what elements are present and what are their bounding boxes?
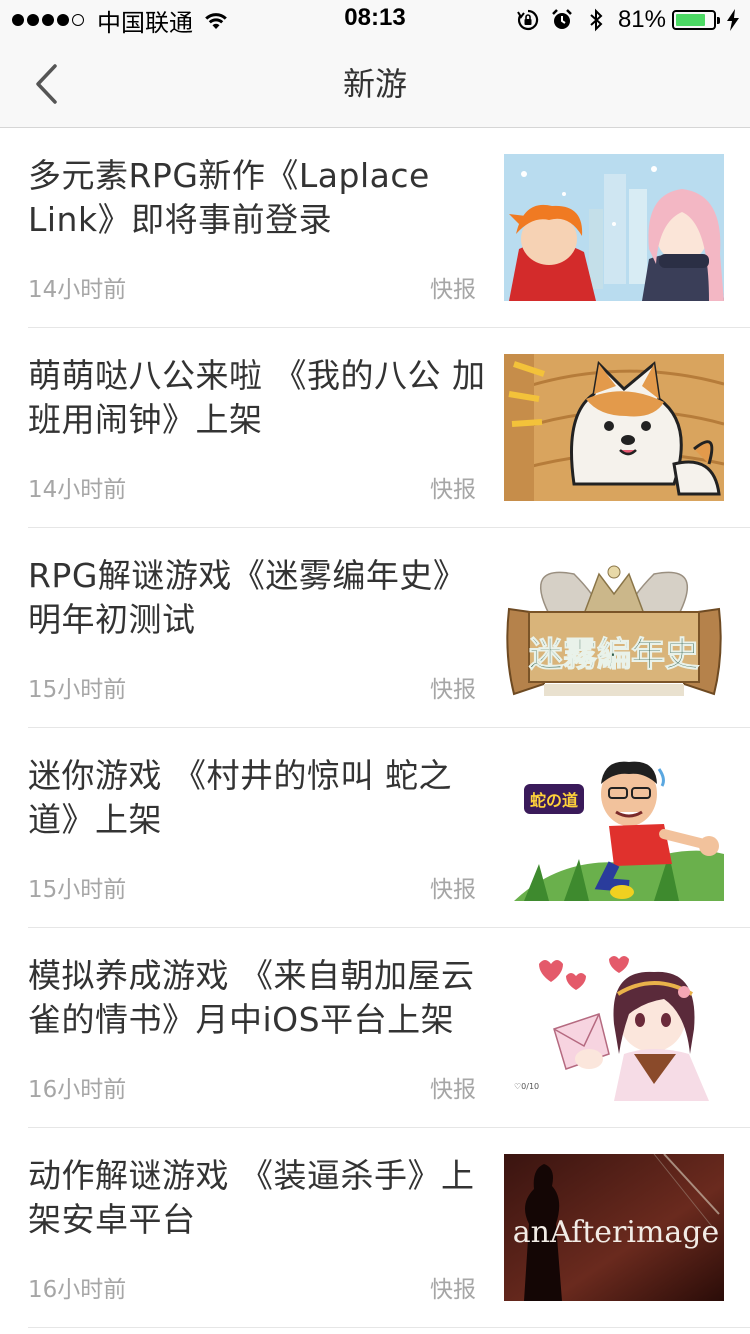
bluetooth-icon — [590, 8, 603, 32]
battery-percent: 81% — [617, 6, 666, 33]
article-tag: 快报 — [430, 477, 476, 503]
article-time: 15小时前 — [28, 677, 127, 703]
afterimage-logo-text: anAfterimage — [513, 1215, 719, 1250]
article-list: 多元素RPG新作《Laplace Link》即将事前登录 14小时前 快报 萌萌… — [0, 128, 750, 1328]
article-title: 萌萌哒八公来啦 《我的八公 加班用闹钟》上架 — [28, 356, 486, 439]
article-tag: 快报 — [430, 877, 476, 903]
list-item[interactable]: 萌萌哒八公来啦 《我的八公 加班用闹钟》上架 14小时前 快报 — [0, 328, 750, 528]
article-thumbnail[interactable]: 迷霧編年史 — [504, 554, 724, 701]
svg-text:♡0/10: ♡0/10 — [514, 1082, 539, 1091]
article-tag: 快报 — [430, 677, 476, 703]
status-right: 81% — [506, 6, 740, 34]
charging-bolt-icon — [727, 9, 739, 31]
article-title: 迷你游戏 《村井的惊叫 蛇之道》上架 — [28, 756, 452, 839]
article-tag: 快报 — [430, 277, 476, 303]
page-title: 新游 — [342, 65, 407, 103]
article-title: 多元素RPG新作《Laplace Link》即将事前登录 — [28, 156, 430, 239]
article-time: 14小时前 — [28, 277, 127, 303]
list-item[interactable]: 迷你游戏 《村井的惊叫 蛇之道》上架 15小时前 快报 蛇の道 — [0, 728, 750, 928]
article-title: RPG解谜游戏《迷雾编年史》明年初测试 — [28, 556, 467, 639]
list-item[interactable]: 模拟养成游戏 《来自朝加屋云雀的情书》月中iOS平台上架 16小时前 快报 ♡0… — [0, 928, 750, 1128]
article-thumbnail[interactable]: 蛇の道 — [504, 754, 724, 901]
list-item[interactable]: RPG解谜游戏《迷雾编年史》明年初测试 15小时前 快报 迷霧編年史 — [0, 528, 750, 728]
article-tag: 快报 — [430, 1277, 476, 1303]
article-thumbnail[interactable]: anAfterimage — [504, 1154, 724, 1301]
chevron-left-icon — [36, 64, 57, 104]
chronicle-logo-text: 迷霧編年史 — [529, 635, 699, 675]
article-title: 动作解谜游戏 《装逼杀手》上架安卓平台 — [28, 1156, 475, 1239]
alarm-clock-icon — [552, 9, 572, 29]
article-title: 模拟养成游戏 《来自朝加屋云雀的情书》月中iOS平台上架 — [28, 956, 475, 1039]
article-thumbnail[interactable] — [504, 354, 724, 501]
article-time: 14小时前 — [28, 477, 127, 503]
battery-icon — [672, 10, 720, 30]
back-button[interactable] — [22, 60, 70, 108]
snake-logo-text: 蛇の道 — [530, 791, 578, 810]
shiba-dog-image — [504, 354, 724, 501]
article-time: 16小时前 — [28, 1277, 127, 1303]
running-man-image: 蛇の道 — [504, 754, 724, 901]
navigation-bar: 新游 — [0, 40, 750, 128]
battery-level-fill — [676, 14, 705, 26]
afterimage-title-image: anAfterimage — [504, 1154, 724, 1301]
article-time: 16小时前 — [28, 1077, 127, 1103]
article-tag: 快报 — [430, 1077, 476, 1103]
anime-winter-characters-image — [504, 154, 724, 301]
girl-love-letter-image: ♡0/10 — [504, 954, 724, 1101]
list-item[interactable]: 多元素RPG新作《Laplace Link》即将事前登录 14小时前 快报 — [0, 128, 750, 328]
list-item[interactable]: 动作解谜游戏 《装逼杀手》上架安卓平台 16小时前 快报 anAfterimag… — [0, 1128, 750, 1328]
status-bar: 中国联通 08:13 81% — [0, 0, 750, 40]
article-thumbnail[interactable]: ♡0/10 — [504, 954, 724, 1101]
chronicle-logo-image: 迷霧編年史 — [504, 554, 724, 701]
article-time: 15小时前 — [28, 877, 127, 903]
orientation-lock-icon — [517, 9, 539, 31]
article-thumbnail[interactable] — [504, 154, 724, 301]
